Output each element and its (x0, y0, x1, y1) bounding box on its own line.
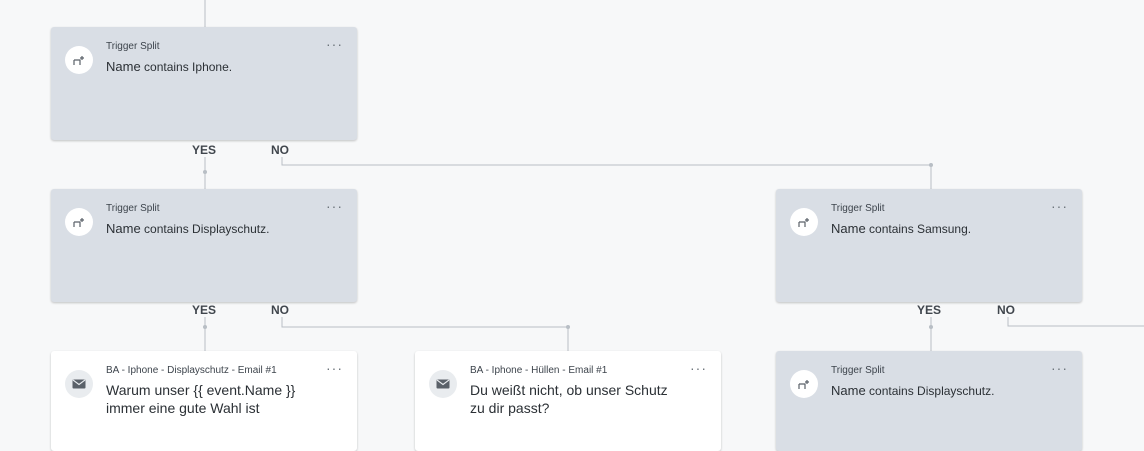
email-subject-line: Warum unser {{ event.Name }} (106, 382, 296, 398)
ellipsis-icon[interactable]: ··· (326, 37, 343, 51)
card-title: Trigger Split (831, 203, 885, 214)
email-subject: Du weißt nicht, ob unser Schutz zu dir p… (470, 381, 668, 417)
email-card[interactable]: BA - Iphone - Displayschutz - Email #1 W… (51, 351, 357, 451)
email-subject: Warum unser {{ event.Name }} immer eine … (106, 381, 295, 417)
envelope-icon (429, 370, 457, 398)
ellipsis-icon[interactable]: ··· (1051, 361, 1068, 375)
condition-keyword: Name (831, 383, 866, 398)
branch-no-label: NO (271, 143, 289, 157)
email-subject-line: Du weißt nicht, ob unser Schutz (470, 382, 668, 398)
envelope-icon (65, 370, 93, 398)
split-icon (65, 208, 93, 236)
ellipsis-icon[interactable]: ··· (326, 199, 343, 213)
split-icon (65, 46, 93, 74)
branch-yes-label: YES (192, 303, 217, 317)
trigger-split-card[interactable]: Trigger Split Name contains Samsung. ··· (776, 189, 1082, 302)
card-title: Trigger Split (106, 41, 160, 52)
split-icon (790, 370, 818, 398)
condition-text: contains Displayschutz. (869, 384, 995, 398)
branch-yes-label: YES (192, 143, 217, 157)
condition-keyword: Name (831, 221, 866, 236)
card-condition: Name contains Samsung. (831, 220, 971, 238)
email-card[interactable]: BA - Iphone - Hüllen - Email #1 Du weißt… (415, 351, 721, 451)
condition-keyword: Name (106, 59, 141, 74)
card-condition: Name contains Iphone. (106, 58, 232, 76)
email-subject-line: immer eine gute Wahl ist (106, 400, 260, 416)
trigger-split-card[interactable]: Trigger Split Name contains Iphone. ··· (51, 27, 357, 140)
trigger-split-card[interactable]: Trigger Split Name contains Displayschut… (51, 189, 357, 302)
card-title: Trigger Split (106, 203, 160, 214)
branch-no-label: NO (271, 303, 289, 317)
branch-yes-label: YES (917, 303, 942, 317)
ellipsis-icon[interactable]: ··· (1051, 199, 1068, 213)
condition-text: contains Iphone. (144, 60, 233, 74)
ellipsis-icon[interactable]: ··· (326, 361, 343, 375)
condition-text: contains Displayschutz. (144, 222, 270, 236)
condition-keyword: Name (106, 221, 141, 236)
card-title: BA - Iphone - Hüllen - Email #1 (470, 365, 608, 376)
ellipsis-icon[interactable]: ··· (690, 361, 707, 375)
email-subject-line: zu dir passt? (470, 400, 550, 416)
card-title: Trigger Split (831, 365, 885, 376)
card-title: BA - Iphone - Displayschutz - Email #1 (106, 365, 277, 376)
trigger-split-card[interactable]: Trigger Split Name contains Displayschut… (776, 351, 1082, 451)
branch-no-label: NO (997, 303, 1015, 317)
split-icon (790, 208, 818, 236)
card-condition: Name contains Displayschutz. (106, 220, 269, 238)
condition-text: contains Samsung. (869, 222, 972, 236)
card-condition: Name contains Displayschutz. (831, 382, 994, 400)
